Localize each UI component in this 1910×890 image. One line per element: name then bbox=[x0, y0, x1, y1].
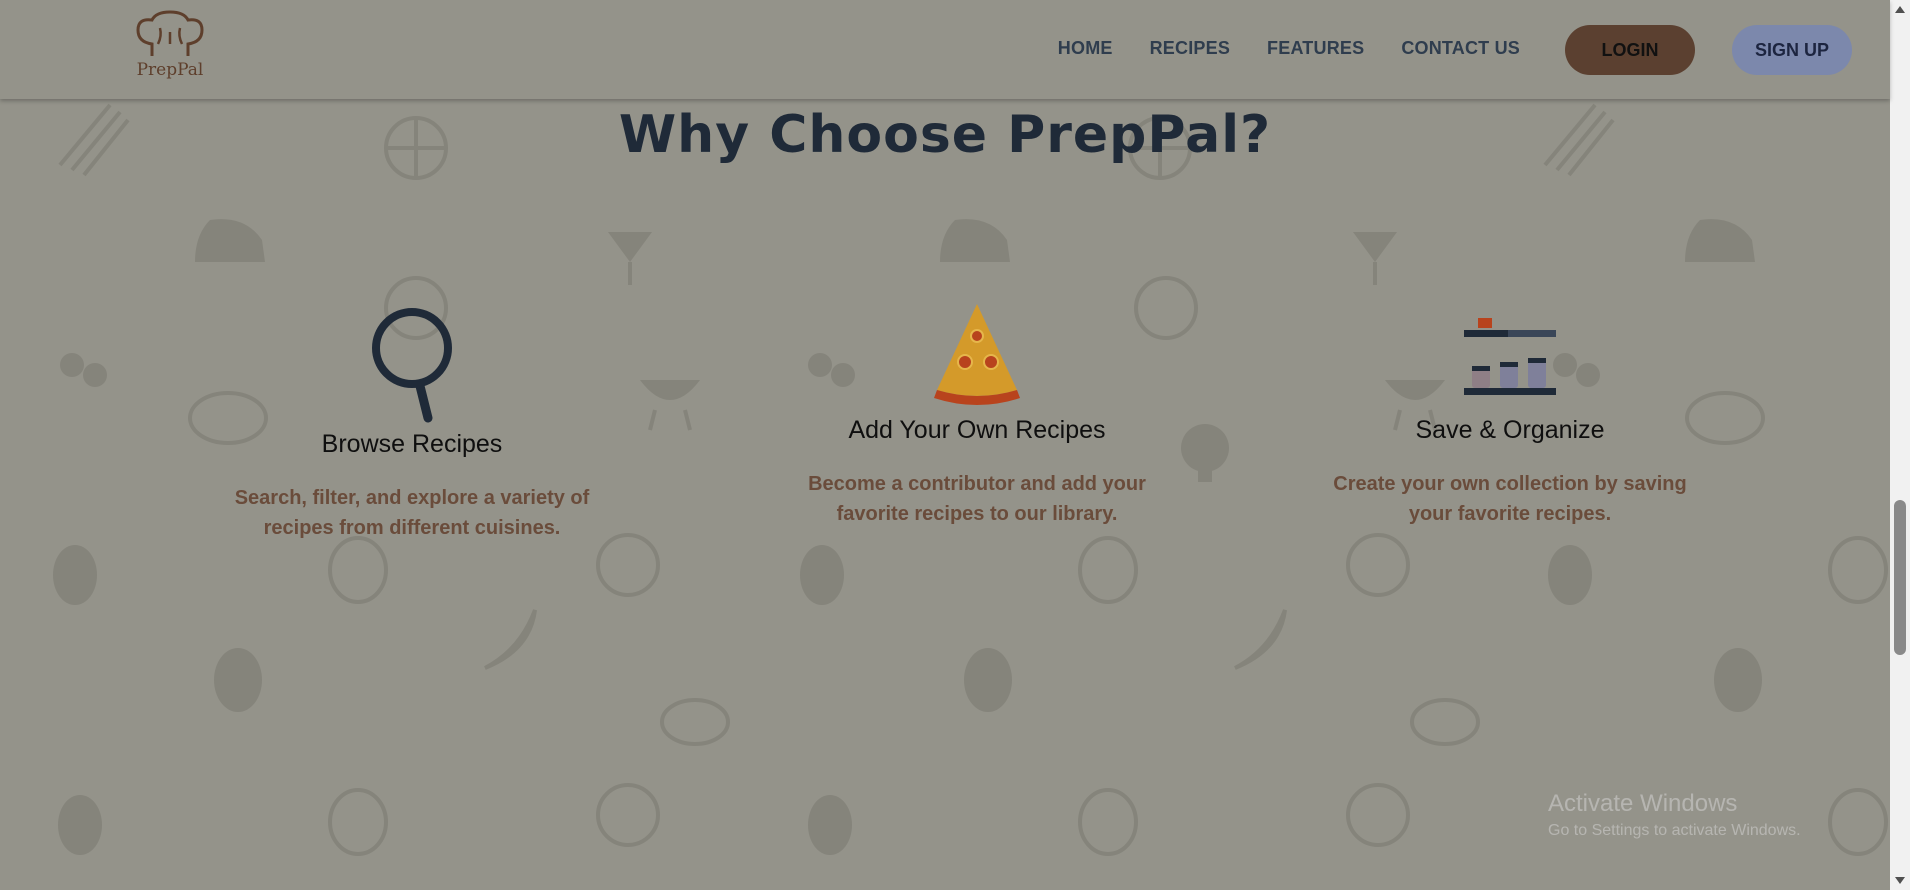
main-nav: HOME RECIPES FEATURES CONTACT US bbox=[1058, 38, 1520, 59]
section-title: Why Choose PrepPal? bbox=[618, 105, 1272, 165]
magnifier-icon bbox=[372, 308, 452, 423]
feature-title: Browse Recipes bbox=[321, 430, 503, 458]
nav-home-link[interactable]: HOME bbox=[1058, 38, 1113, 59]
feature-description: Create your own collection by saving you… bbox=[1333, 473, 1687, 525]
site-header: PrepPal HOME RECIPES FEATURES CONTACT US… bbox=[0, 0, 1890, 99]
feature-description: Search, filter, and explore a variety of… bbox=[234, 487, 590, 539]
feature-description: Become a contributor and add your favori… bbox=[808, 473, 1146, 525]
pizza-slice-icon bbox=[934, 304, 1020, 405]
chef-hat-icon bbox=[136, 10, 204, 56]
scroll-down-arrow-icon[interactable] bbox=[1895, 877, 1905, 884]
watermark-title: Activate Windows bbox=[1548, 790, 1738, 817]
windows-activation-watermark: Activate Windows Go to Settings to activ… bbox=[1548, 790, 1801, 840]
signup-button[interactable]: SIGN UP bbox=[1732, 25, 1852, 75]
scrollbar-thumb[interactable] bbox=[1894, 500, 1906, 655]
page: PrepPal HOME RECIPES FEATURES CONTACT US… bbox=[0, 0, 1890, 890]
logo-text: PrepPal bbox=[136, 60, 204, 80]
feature-title: Add Your Own Recipes bbox=[848, 416, 1106, 444]
scroll-up-arrow-icon[interactable] bbox=[1895, 6, 1905, 13]
nav-contact-link[interactable]: CONTACT US bbox=[1401, 38, 1520, 59]
watermark-subtitle: Go to Settings to activate Windows. bbox=[1548, 822, 1801, 839]
feature-card-save: Save & Organize Create your own collecti… bbox=[1320, 300, 1700, 529]
login-button[interactable]: LOGIN bbox=[1565, 25, 1695, 75]
logo[interactable]: PrepPal bbox=[130, 10, 210, 88]
spice-shelf-icon bbox=[1464, 318, 1556, 395]
feature-title: Save & Organize bbox=[1415, 416, 1605, 444]
feature-card-add: Add Your Own Recipes Become a contributo… bbox=[787, 300, 1167, 529]
nav-features-link[interactable]: FEATURES bbox=[1267, 38, 1364, 59]
vertical-scrollbar[interactable] bbox=[1890, 0, 1910, 890]
feature-card-browse: Browse Recipes Search, filter, and explo… bbox=[222, 300, 602, 543]
nav-recipes-link[interactable]: RECIPES bbox=[1150, 38, 1230, 59]
